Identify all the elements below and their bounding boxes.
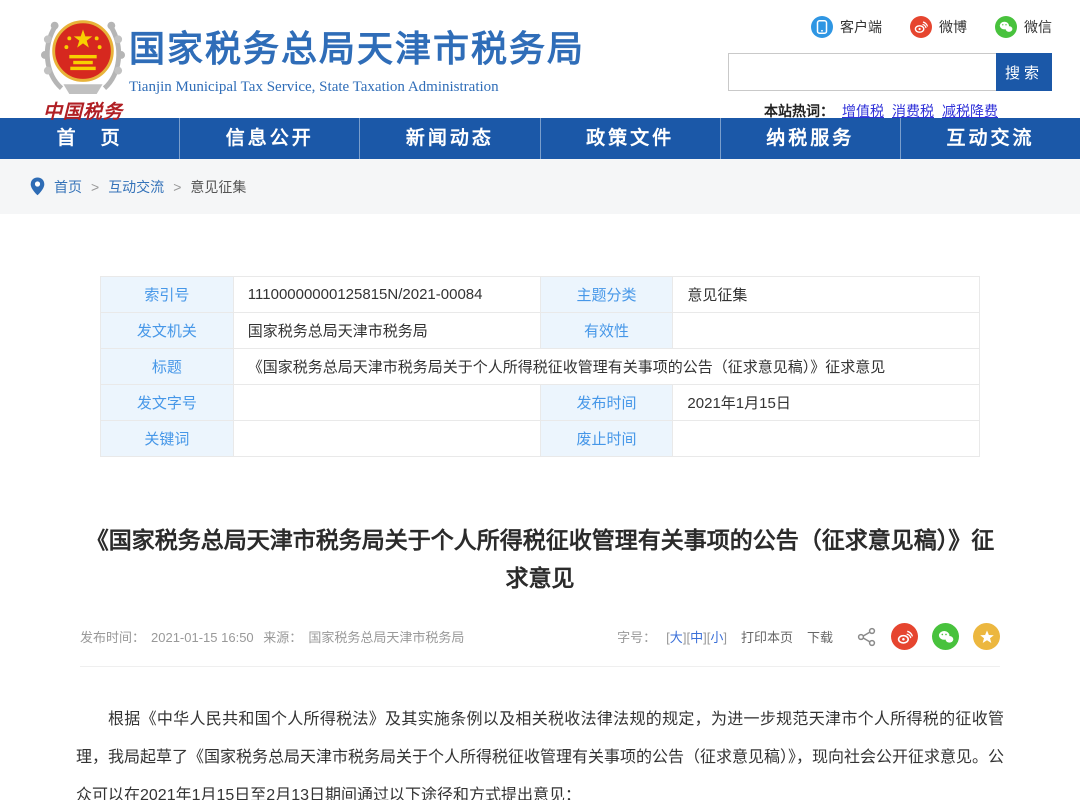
wechat-label: 微信	[1024, 17, 1052, 37]
location-pin-icon	[30, 177, 45, 196]
meta-value-repeal-date	[673, 421, 980, 457]
breadcrumb-separator: >	[173, 179, 181, 195]
hot-words: 本站热词： 增值税消费税减税降费	[728, 101, 1052, 121]
bracket: ]	[723, 630, 727, 645]
meta-label-validity: 有效性	[540, 313, 673, 349]
meta-value-issuer: 国家税务总局天津市税务局	[233, 313, 540, 349]
breadcrumb-current: 意见征集	[190, 177, 246, 197]
meta-value-keywords	[233, 421, 540, 457]
wechat-link[interactable]: 微信	[995, 16, 1052, 38]
meta-value-doc-number	[233, 385, 540, 421]
main-content: 索引号 11100000000125815N/2021-00084 主题分类 意…	[0, 214, 1080, 800]
site-logo[interactable]: 中国税务 国家税务总局天津市税务局 Tianjin Municipal Tax …	[33, 10, 585, 124]
meta-label-doc-number: 发文字号	[101, 385, 234, 421]
nav-item-tax-services[interactable]: 纳税服务	[720, 118, 900, 159]
article-title: 《国家税务总局天津市税务局关于个人所得税征收管理有关事项的公告（征求意见稿）》征…	[75, 521, 1005, 597]
client-app-link[interactable]: 客户端	[811, 16, 882, 38]
print-page-button[interactable]: 打印本页	[741, 627, 793, 646]
document-meta-table: 索引号 11100000000125815N/2021-00084 主题分类 意…	[100, 276, 980, 457]
nav-item-home[interactable]: 首 页	[0, 118, 179, 159]
breadcrumb-home[interactable]: 首页	[54, 177, 82, 197]
font-size-small-label: 小	[710, 630, 723, 645]
meta-value-publish-date: 2021年1月15日	[673, 385, 980, 421]
wechat-share-icon[interactable]	[932, 623, 959, 650]
article-body: 根据《中华人民共和国个人所得税法》及其实施条例以及相关税收法律法规的规定，为进一…	[76, 701, 1004, 800]
nav-item-news[interactable]: 新闻动态	[359, 118, 539, 159]
hot-word-link[interactable]: 消费税	[892, 103, 934, 119]
meta-value-validity	[673, 313, 980, 349]
publish-time-label: 发布时间：	[80, 630, 145, 645]
weibo-label: 微博	[939, 17, 967, 37]
breadcrumb: 首页 > 互动交流 > 意见征集	[0, 159, 1080, 214]
quick-links: 客户端 微博 微信	[728, 16, 1052, 38]
main-nav: 首 页 信息公开 新闻动态 政策文件 纳税服务 互动交流	[0, 118, 1080, 159]
table-row: 关键词 废止时间	[101, 421, 980, 457]
meta-label-topic: 主题分类	[540, 277, 673, 313]
breadcrumb-separator: >	[91, 179, 99, 195]
search-button[interactable]: 搜索	[996, 53, 1052, 91]
client-app-label: 客户端	[840, 17, 882, 37]
meta-label-repeal-date: 废止时间	[540, 421, 673, 457]
weibo-share-icon[interactable]	[891, 623, 918, 650]
logo-caption: 中国税务	[33, 97, 133, 124]
breadcrumb-interaction[interactable]: 互动交流	[108, 177, 164, 197]
share-icon[interactable]	[857, 627, 877, 647]
publish-info: 发布时间： 2021-01-15 16:50 来源： 国家税务总局天津市税务局	[80, 627, 470, 646]
site-subtitle: Tianjin Municipal Tax Service, State Tax…	[129, 79, 585, 96]
site-title: 国家税务总局天津市税务局	[129, 20, 585, 72]
source-value: 国家税务总局天津市税务局	[308, 630, 464, 645]
font-size-label: 字号：	[617, 627, 656, 646]
wechat-icon	[995, 16, 1017, 38]
source-label: 来源：	[263, 630, 302, 645]
meta-label-title: 标题	[101, 349, 234, 385]
mobile-client-icon	[811, 16, 833, 38]
download-button[interactable]: 下载	[807, 627, 833, 646]
hot-word-link[interactable]: 增值税	[842, 103, 884, 119]
qzone-share-icon[interactable]	[973, 623, 1000, 650]
font-size-large-label: 大	[670, 630, 683, 645]
weibo-link[interactable]: 微博	[910, 16, 967, 38]
table-row: 发文字号 发布时间 2021年1月15日	[101, 385, 980, 421]
meta-value-index: 11100000000125815N/2021-00084	[233, 277, 540, 313]
meta-label-issuer: 发文机关	[101, 313, 234, 349]
hot-words-label: 本站热词：	[764, 103, 834, 119]
table-row: 索引号 11100000000125815N/2021-00084 主题分类 意…	[101, 277, 980, 313]
meta-value-topic: 意见征集	[673, 277, 980, 313]
article-meta-row: 发布时间： 2021-01-15 16:50 来源： 国家税务总局天津市税务局 字号…	[80, 623, 1000, 667]
font-size-medium-button[interactable]: [中]	[686, 627, 706, 646]
meta-value-title: 《国家税务总局天津市税务局关于个人所得税征收管理有关事项的公告（征求意见稿）》征…	[233, 349, 979, 385]
font-size-small-button[interactable]: [小]	[707, 627, 727, 646]
font-size-large-button[interactable]: [大]	[666, 627, 686, 646]
meta-label-index: 索引号	[101, 277, 234, 313]
nav-item-policy-documents[interactable]: 政策文件	[540, 118, 720, 159]
table-row: 标题 《国家税务总局天津市税务局关于个人所得税征收管理有关事项的公告（征求意见稿…	[101, 349, 980, 385]
publish-time: 2021-01-15 16:50	[151, 630, 254, 645]
meta-label-keywords: 关键词	[101, 421, 234, 457]
nav-item-interaction[interactable]: 互动交流	[900, 118, 1080, 159]
hot-word-link[interactable]: 减税降费	[942, 103, 998, 119]
search-input[interactable]	[728, 53, 996, 91]
table-row: 发文机关 国家税务总局天津市税务局 有效性	[101, 313, 980, 349]
font-size-medium-label: 中	[690, 630, 703, 645]
site-header: 中国税务 国家税务总局天津市税务局 Tianjin Municipal Tax …	[0, 0, 1080, 118]
meta-label-publish-date: 发布时间	[540, 385, 673, 421]
weibo-icon	[910, 16, 932, 38]
nav-item-info-disclosure[interactable]: 信息公开	[179, 118, 359, 159]
